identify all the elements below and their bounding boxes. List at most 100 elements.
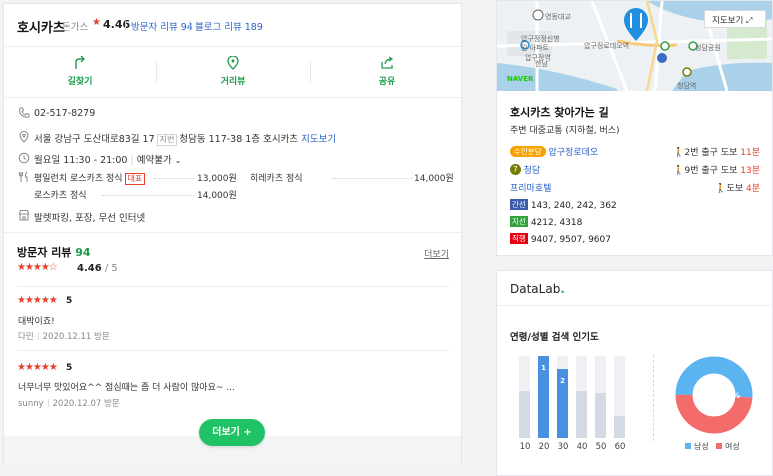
bus-routes: 지선 4212, 4318: [510, 216, 582, 228]
map-label: 압구정로데오역: [584, 42, 630, 50]
age-tick-label: 60: [614, 442, 626, 452]
age-tick-label: 50: [595, 442, 607, 452]
reviews-title-text: 방문자 리뷰: [17, 246, 72, 259]
map-label: 청담공원: [695, 44, 721, 52]
subway-station: 압구정로데오: [548, 148, 599, 158]
map-view-button-label: 지도보기: [712, 16, 744, 26]
phone-number[interactable]: 02-517-8279: [34, 108, 95, 119]
street-view-button[interactable]: 거리뷰: [157, 47, 309, 97]
age-bar: 2: [557, 369, 568, 438]
map-view-link[interactable]: 지도보기: [301, 134, 336, 145]
review-text[interactable]: 대박이죠!: [18, 314, 55, 327]
share-icon: [381, 56, 394, 69]
average-score-value: 4.46: [77, 263, 102, 274]
walking-icon: 🚶: [673, 166, 685, 176]
more-reviews-button[interactable]: 더보기 +: [199, 419, 265, 446]
walk-info: 🚶2번 출구 도보 11분: [673, 145, 760, 158]
walk-label: 도보: [720, 166, 738, 176]
rating-star-icon: ★: [92, 17, 101, 28]
datalab-title: 연령/성별 검색 인기도: [510, 332, 599, 343]
directions-icon: [75, 56, 85, 69]
map-label: 압구정역: [525, 54, 551, 62]
blog-reviews-link[interactable]: 블로그 리뷰 189: [195, 19, 263, 33]
age-bar-track: [519, 356, 530, 438]
map-label: 압구정정신병원 아파트: [521, 35, 560, 52]
address-line: 서울 강남구 도산대로83길 17 지번 청담동 117-38 1층 호시카츠 지도…: [34, 131, 336, 146]
exit-number: 2번 출구: [684, 148, 718, 158]
legend-swatch: [685, 443, 691, 449]
map-label: 청담역: [677, 82, 697, 90]
review-date: 2020.12.07 방문: [52, 399, 120, 409]
section-divider: [497, 305, 772, 306]
visitor-reviews-link[interactable]: 방문자 리뷰 94: [131, 19, 193, 33]
route-title: 호시카츠 찾아가는 길: [510, 106, 609, 119]
bus-stop-name: 프리마호텔: [510, 184, 552, 194]
menu-dots: [154, 178, 194, 179]
chevron-down-icon: ⌄: [174, 156, 182, 165]
menu-dots: [102, 195, 194, 196]
reviews-count: 94: [75, 246, 91, 259]
walk-time: 4분: [745, 184, 760, 194]
datalab-logo-text: DataLab: [510, 282, 561, 296]
walk-info: 🚶9번 출구 도보 13분: [673, 163, 760, 176]
age-bar-track: 1: [538, 356, 549, 438]
age-tick-label: 20: [538, 442, 550, 452]
reviews-more-link[interactable]: 더보기: [424, 247, 449, 260]
business-hours[interactable]: 월요일 11:30 - 21:00 | 예약불가 ⌄: [34, 152, 181, 166]
naver-logo: NAVER: [507, 75, 534, 83]
map-view-button[interactable]: 지도보기 ⤢: [704, 10, 766, 28]
review-author: sunny: [18, 399, 44, 409]
review-date: 2020.12.11 방문: [42, 332, 110, 342]
review-meta: sunny 2020.12.07 방문: [18, 397, 120, 409]
review-text[interactable]: 너무너무 맛있어요^^ 점심때는 좀 더 사람이 많아요~ ...: [18, 380, 235, 393]
place-name: 호시카츠: [17, 21, 65, 36]
review-author: 다민: [18, 332, 34, 342]
subway-route[interactable]: 7 청담: [510, 163, 540, 176]
directions-panel: 영동대교 압구정정신병원 아파트 압구정로데오역 한남 압구정역 청담공원 청담…: [496, 0, 773, 256]
datalab-panel: DataLab. 연령/성별 검색 인기도 51% 49% 남성 여성 10 1 20…: [496, 270, 773, 476]
share-button[interactable]: 공유: [311, 47, 463, 97]
section-divider: [17, 350, 450, 351]
place-category: 돈가스: [62, 22, 89, 33]
action-bar: 길찾기 거리뷰 공유: [4, 46, 461, 98]
walk-time: 11분: [740, 148, 760, 158]
bus-stop[interactable]: 프리마호텔: [510, 181, 551, 194]
walk-info: 🚶도보 4분: [715, 181, 760, 194]
divider: [189, 21, 190, 30]
bus-routes: 직행 9407, 9507, 9607: [510, 233, 611, 245]
legend-female: 여성: [716, 441, 740, 452]
subway-station: 청담: [523, 166, 541, 176]
age-tick-label: 30: [557, 442, 569, 452]
walk-label: 도보: [720, 148, 738, 158]
menu-item-name: 히레카츠 정식: [250, 174, 303, 184]
walking-icon: 🚶: [715, 184, 727, 194]
average-score: 4.46 / 5: [77, 263, 118, 274]
legend-label: 여성: [725, 442, 740, 451]
datalab-logo: DataLab.: [510, 282, 565, 296]
bar-rank-label: 2: [560, 377, 565, 385]
menu-item: 평일런치 로스카츠 정식 대표: [34, 171, 146, 185]
review-stars: ★★★★★: [17, 362, 58, 373]
age-bar-track: [614, 356, 625, 438]
section-divider: [4, 232, 461, 233]
menu-item-price: 14,000원: [197, 191, 237, 201]
share-label: 공유: [378, 77, 396, 87]
mini-map[interactable]: 영동대교 압구정정신병원 아파트 압구정로데오역 한남 압구정역 청담공원 청담…: [497, 1, 772, 91]
donut-value-label: 49%: [721, 391, 740, 400]
bus-numbers: 4212, 4318: [530, 218, 583, 228]
road-address: 서울 강남구 도산대로83길 17: [34, 134, 155, 145]
donut-value-label: 51%: [699, 391, 718, 400]
age-bar: [614, 416, 625, 438]
age-bar-track: 2: [557, 356, 568, 438]
directions-button[interactable]: 길찾기: [4, 47, 156, 97]
age-bar: [519, 391, 530, 438]
subway-route[interactable]: 수인분당 압구정로데오: [510, 145, 598, 158]
lot-address: 청담동 117-38 1층 호시카츠: [179, 134, 299, 145]
menu-item-price: 14,000원: [414, 174, 454, 184]
bus-numbers: 143, 240, 242, 362: [530, 201, 617, 211]
bus-routes: 간선 143, 240, 242, 362: [510, 199, 617, 211]
menu-item-name: 평일런치 로스카츠 정식: [34, 174, 123, 184]
legend-male: 남성: [685, 441, 709, 452]
amenities: 발렛파킹, 포장, 무선 인터넷: [34, 213, 146, 224]
representative-badge: 대표: [124, 173, 146, 185]
